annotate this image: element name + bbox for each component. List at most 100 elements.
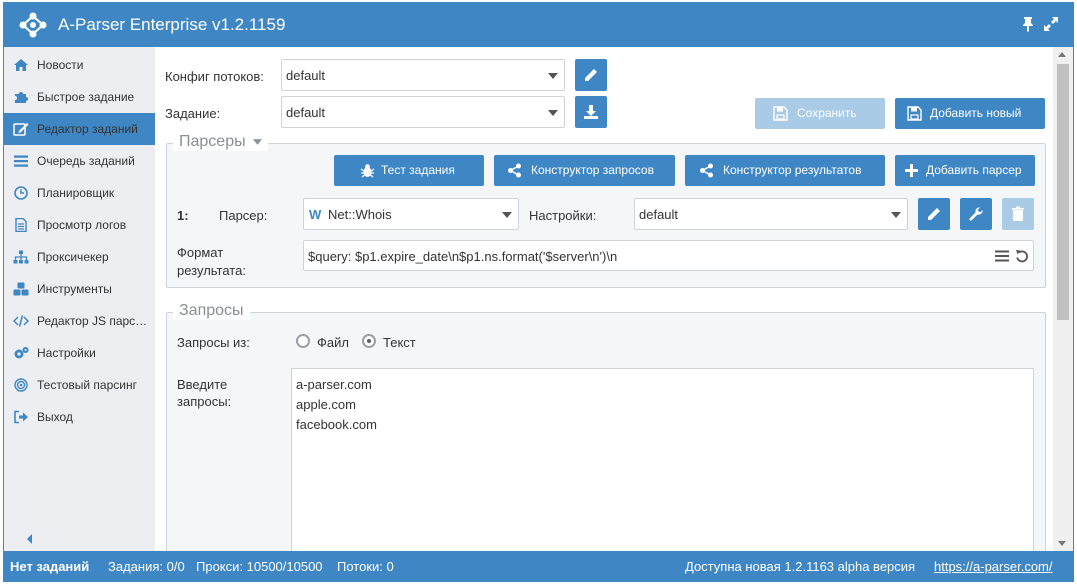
add-new-button[interactable]: Добавить новый	[895, 98, 1045, 129]
sidebar-item-label: Инструменты	[37, 282, 112, 296]
sidebar-item-label: Тестовый парсинг	[37, 378, 137, 392]
puzzle-icon	[15, 92, 28, 103]
result-builder-button[interactable]: Конструктор результатов	[685, 155, 885, 186]
task-value: default	[286, 105, 326, 120]
test-task-button[interactable]: Тест задания	[334, 155, 484, 186]
add-new-button-label: Добавить новый	[930, 106, 1022, 120]
radio-file[interactable]	[296, 334, 310, 348]
task-label: Задание:	[165, 106, 221, 121]
queries-textarea[interactable]: a-parser.com apple.com facebook.com	[291, 368, 1034, 558]
add-parser-label: Добавить парсер	[926, 163, 1022, 177]
expand-icon[interactable]	[1043, 16, 1059, 32]
edit-settings-button[interactable]	[918, 198, 950, 230]
radio-text-label[interactable]: Текст	[383, 335, 416, 350]
main-content: Конфиг потоков: default Задание: default…	[155, 47, 1053, 562]
app-window: A-Parser Enterprise v1.2.1159 Новости Бы…	[3, 2, 1074, 582]
sidebar-item-js-editor[interactable]: Редактор JS парс…	[4, 305, 155, 337]
sidebar-item-label: Новости	[37, 58, 84, 72]
threads-config-value: default	[286, 68, 326, 83]
sidebar-item-test-parsing[interactable]: Тестовый парсинг	[4, 369, 155, 401]
bug-icon	[360, 164, 375, 178]
share-icon	[508, 163, 521, 178]
sidebar-item-label: Настройки	[37, 346, 96, 360]
sidebar-item-settings[interactable]: Настройки	[4, 337, 155, 369]
collapse-sidebar-icon[interactable]	[25, 533, 35, 545]
parser-w-icon: W	[309, 207, 322, 222]
sidebar-item-task-editor[interactable]: Редактор заданий	[4, 113, 155, 145]
query-builder-button[interactable]: Конструктор запросов	[494, 155, 675, 186]
sidebar-item-quick-task[interactable]: Быстрое задание	[4, 81, 155, 113]
sidebar: Новости Быстрое задание Редактор заданий…	[4, 47, 155, 551]
scrollbar-thumb[interactable]	[1057, 64, 1069, 320]
status-threads: Потоки: 0	[337, 559, 394, 574]
scroll-down-icon[interactable]	[1058, 541, 1066, 546]
radio-file-label[interactable]: Файл	[317, 335, 349, 350]
cubes-icon	[13, 282, 29, 296]
sidebar-item-label: Просмотр логов	[37, 218, 127, 232]
sidebar-item-logs[interactable]: Просмотр логов	[4, 209, 155, 241]
sidebar-item-task-queue[interactable]: Очередь заданий	[4, 145, 155, 177]
pin-icon[interactable]	[1021, 16, 1035, 32]
radio-text[interactable]	[362, 334, 376, 348]
edit-icon	[13, 123, 29, 136]
clock-icon	[14, 186, 28, 200]
vertical-scrollbar[interactable]	[1053, 47, 1073, 551]
sidebar-item-scheduler[interactable]: Планировщик	[4, 177, 155, 209]
settings-value: default	[639, 207, 679, 222]
target-icon	[14, 378, 28, 392]
result-format-input[interactable]: $query: $p1.expire_date\n$p1.ns.format('…	[303, 240, 1034, 271]
edit-threads-config-button[interactable]	[575, 59, 607, 91]
status-bar: Нет заданий Задания: 0/0 Прокси: 10500/1…	[4, 551, 1073, 581]
task-select[interactable]: default	[281, 96, 565, 128]
settings-label: Настройки:	[529, 208, 597, 223]
list-icon	[14, 155, 28, 167]
sidebar-item-label: Планировщик	[37, 186, 115, 200]
delete-parser-button[interactable]	[1002, 198, 1034, 230]
sidebar-item-tools[interactable]: Инструменты	[4, 273, 155, 305]
threads-config-select[interactable]: default	[281, 59, 565, 91]
settings-select[interactable]: default	[634, 198, 908, 230]
pencil-icon	[585, 69, 597, 81]
pencil-icon	[928, 208, 940, 220]
download-icon	[584, 105, 598, 119]
file-icon	[15, 218, 27, 232]
save-button[interactable]: Сохранить	[755, 98, 885, 129]
sidebar-item-news[interactable]: Новости	[4, 49, 155, 81]
menu-icon[interactable]	[995, 250, 1009, 262]
code-icon	[13, 315, 29, 327]
result-format-label-line2: результата:	[177, 263, 246, 278]
parsers-legend-label: Парсеры	[179, 133, 246, 150]
query-builder-label: Конструктор запросов	[531, 163, 654, 177]
query-line: apple.com	[296, 397, 356, 412]
threads-config-label: Конфиг потоков:	[165, 69, 264, 84]
sign-out-icon	[14, 410, 28, 424]
plus-icon	[905, 164, 918, 177]
query-line: a-parser.com	[296, 377, 372, 392]
download-task-button[interactable]	[575, 96, 607, 128]
parser-select[interactable]: W Net::Whois	[303, 198, 519, 230]
queries-source-label: Запросы из:	[177, 335, 250, 350]
home-icon	[14, 59, 28, 71]
share-icon	[700, 163, 713, 178]
sidebar-item-label: Редактор заданий	[37, 122, 138, 136]
query-line: facebook.com	[296, 417, 377, 432]
parser-label: Парсер:	[219, 208, 268, 223]
sidebar-item-logout[interactable]: Выход	[4, 401, 155, 433]
test-task-label: Тест задания	[381, 163, 455, 177]
title-bar: A-Parser Enterprise v1.2.1159	[4, 3, 1073, 47]
chevron-down-icon	[891, 212, 901, 218]
parser-row-index: 1:	[177, 208, 189, 223]
result-format-value: $query: $p1.expire_date\n$p1.ns.format('…	[308, 249, 618, 264]
add-parser-button[interactable]: Добавить парсер	[895, 155, 1035, 186]
result-builder-label: Конструктор результатов	[723, 163, 862, 177]
logo-icon	[19, 12, 47, 38]
status-no-tasks: Нет заданий	[10, 559, 90, 574]
sidebar-item-proxychecker[interactable]: Проксичекер	[4, 241, 155, 273]
scroll-up-icon[interactable]	[1058, 52, 1066, 57]
undo-icon[interactable]	[1015, 249, 1029, 263]
sidebar-item-label: Выход	[37, 410, 73, 424]
configure-parser-button[interactable]	[960, 198, 992, 230]
site-link[interactable]: https://a-parser.com/	[934, 559, 1053, 574]
gears-icon	[14, 347, 29, 359]
parsers-legend[interactable]: Парсеры	[173, 133, 269, 151]
